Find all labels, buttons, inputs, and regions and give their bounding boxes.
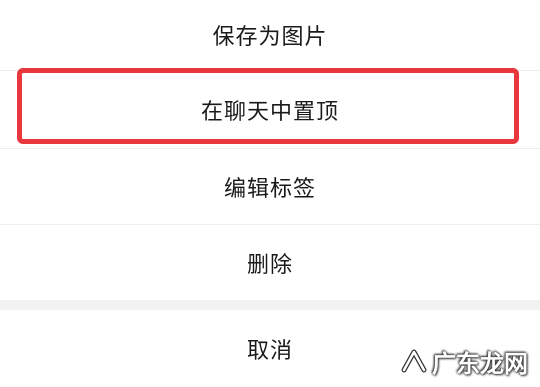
watermark: 广东龙网 — [400, 344, 528, 379]
edit-tags-button[interactable]: 编辑标签 — [0, 149, 540, 224]
section-gap — [0, 300, 540, 310]
watermark-logo-icon — [400, 348, 428, 376]
pin-to-chat-button[interactable]: 在聊天中置顶 — [0, 71, 540, 148]
save-as-image-button[interactable]: 保存为图片 — [0, 0, 540, 70]
action-sheet: 保存为图片 在聊天中置顶 编辑标签 删除 取消 广东龙网 — [0, 0, 540, 387]
watermark-text: 广东龙网 — [432, 350, 528, 378]
delete-button[interactable]: 删除 — [0, 225, 540, 300]
